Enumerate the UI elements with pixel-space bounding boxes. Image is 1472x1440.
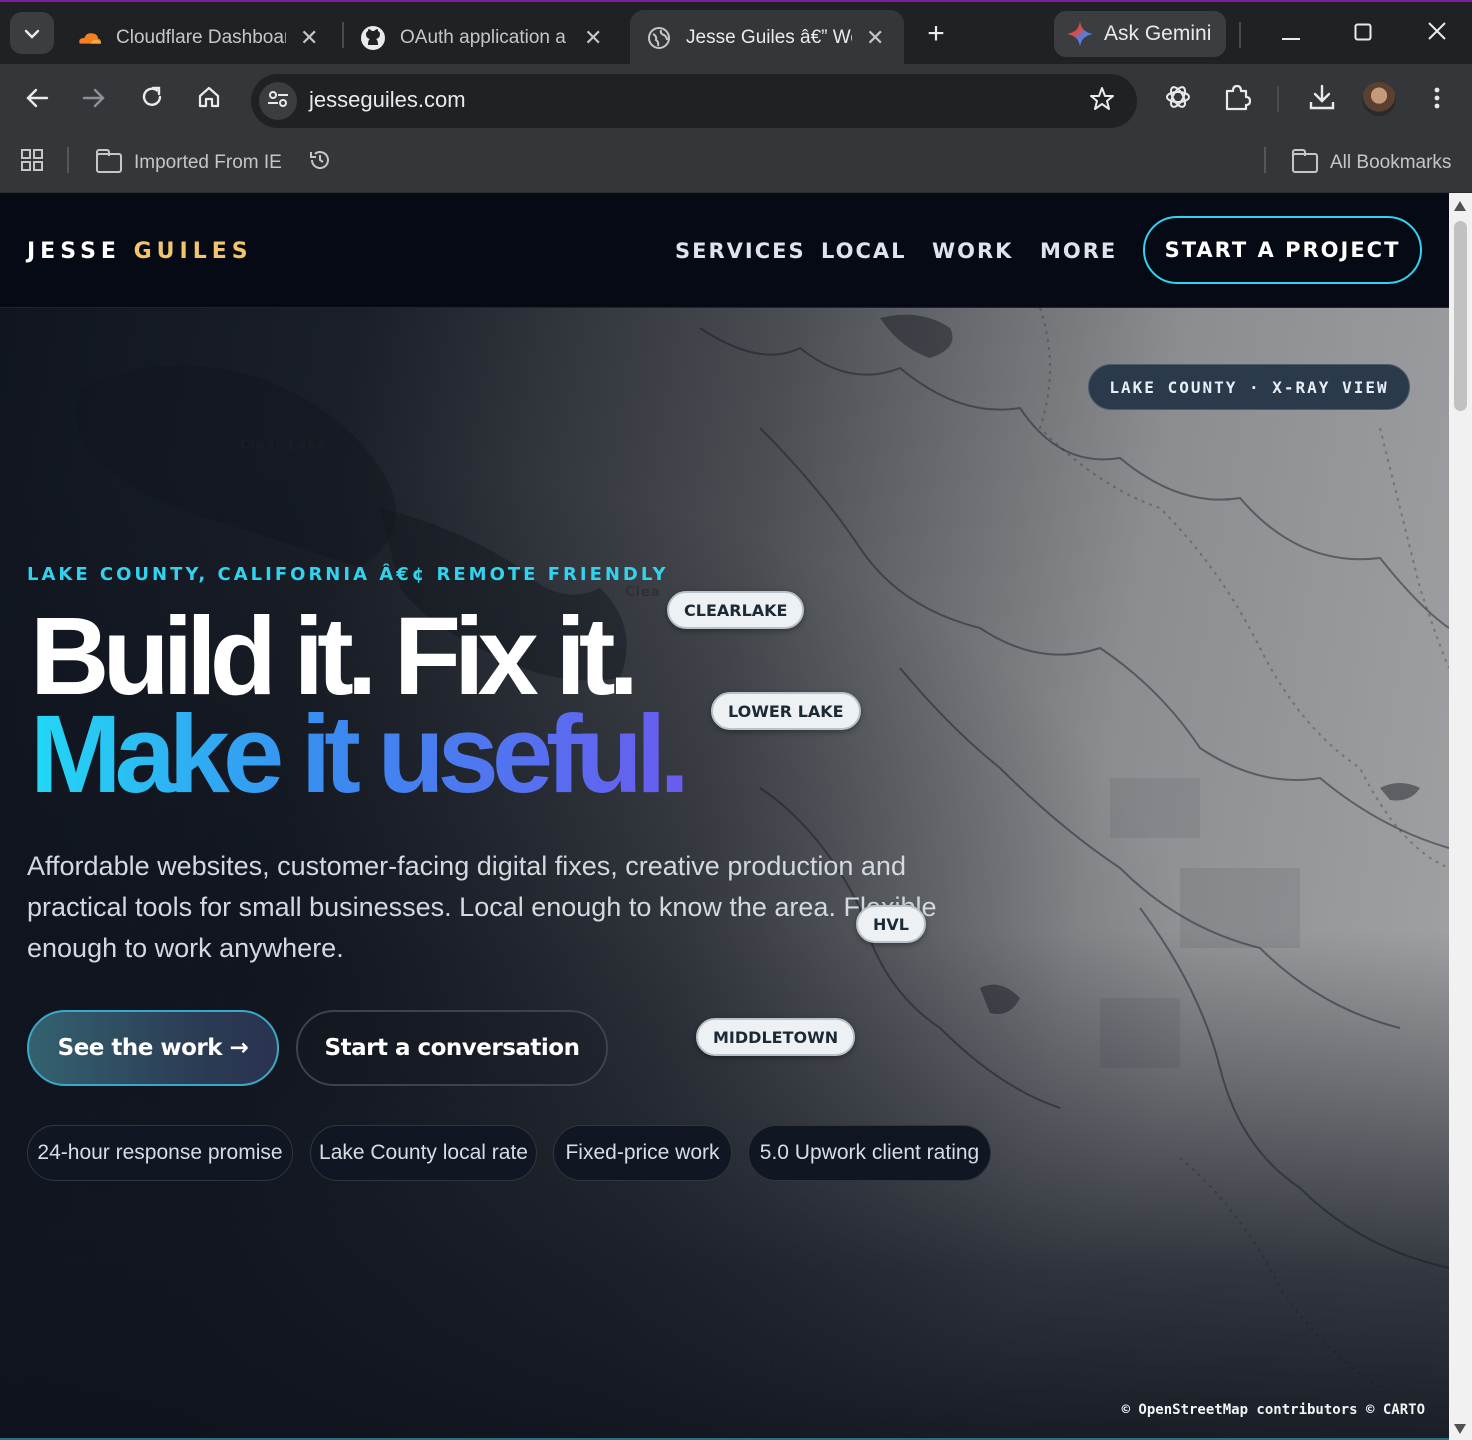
cloudflare-icon bbox=[76, 25, 102, 51]
plus-icon: + bbox=[927, 17, 945, 50]
close-window-button[interactable] bbox=[1417, 14, 1457, 54]
ask-gemini-button[interactable]: Ask Gemini bbox=[1054, 11, 1226, 57]
tune-icon bbox=[267, 90, 289, 113]
headline-line-2: Make it useful. bbox=[30, 693, 690, 816]
openai-icon bbox=[1164, 83, 1192, 118]
close-icon bbox=[1427, 21, 1447, 47]
home-button[interactable] bbox=[191, 82, 227, 118]
logo-first-name: JESSE bbox=[27, 239, 121, 264]
hero-eyebrow: LAKE COUNTY, CALIFORNIA Â€¢ REMOTE FRIEN… bbox=[27, 564, 669, 585]
apps-grid-icon bbox=[20, 148, 44, 178]
site-info-button[interactable] bbox=[259, 82, 297, 120]
download-icon bbox=[1309, 84, 1335, 117]
start-conversation-button[interactable]: Start a conversation bbox=[296, 1010, 608, 1086]
tab-title: Cloudflare Dashboard bbox=[116, 27, 286, 48]
puzzle-icon bbox=[1223, 83, 1252, 118]
page-viewport: JESSE GUILES SERVICES LOCAL WORK MORE ST… bbox=[0, 193, 1449, 1440]
close-icon[interactable]: ✕ bbox=[866, 25, 884, 51]
nav-services[interactable]: SERVICES bbox=[675, 239, 806, 263]
scroll-up-arrow-icon[interactable] bbox=[1454, 201, 1466, 211]
address-bar[interactable]: jesseguiles.com bbox=[251, 74, 1137, 128]
browser-chrome: Cloudflare Dashboard ✕ OAuth application… bbox=[0, 0, 1472, 193]
logo-last-name: GUILES bbox=[133, 239, 253, 264]
maximize-icon bbox=[1354, 21, 1372, 47]
home-icon bbox=[197, 85, 221, 116]
see-work-button[interactable]: See the work → bbox=[27, 1010, 279, 1086]
map-attribution[interactable]: © OpenStreetMap contributors © CARTO bbox=[1122, 1402, 1425, 1418]
arrow-left-icon bbox=[25, 85, 49, 116]
tab-oauth[interactable]: OAuth application a ✕ bbox=[344, 10, 618, 66]
tab-cloudflare[interactable]: Cloudflare Dashboard ✕ bbox=[60, 10, 334, 66]
more-vert-icon bbox=[1434, 85, 1440, 116]
map-label-calistoga: Calistoga bbox=[752, 1356, 830, 1371]
trust-pill-upwork-rating: 5.0 Upwork client rating bbox=[748, 1125, 991, 1181]
start-project-button[interactable]: START A PROJECT bbox=[1143, 216, 1422, 284]
tab-title: Jesse Guiles â€” Web bbox=[686, 27, 852, 48]
bookmark-label: Imported From IE bbox=[134, 152, 282, 173]
nav-work[interactable]: WORK bbox=[932, 239, 1013, 263]
xray-view-badge[interactable]: LAKE COUNTY · X-RAY VIEW bbox=[1088, 364, 1410, 410]
bookmark-folder-all[interactable]: All Bookmarks bbox=[1292, 148, 1451, 178]
close-icon[interactable]: ✕ bbox=[584, 25, 602, 51]
close-icon[interactable]: ✕ bbox=[300, 25, 318, 51]
browser-menu-button[interactable] bbox=[1419, 82, 1455, 118]
gemini-sparkle-icon bbox=[1066, 20, 1094, 48]
maximize-button[interactable] bbox=[1343, 14, 1383, 54]
minimize-icon bbox=[1282, 21, 1300, 47]
map-pin-clearlake[interactable]: CLEARLAKE bbox=[667, 591, 805, 629]
new-tab-button[interactable]: + bbox=[920, 16, 952, 52]
separator bbox=[1264, 147, 1266, 173]
back-button[interactable] bbox=[19, 82, 55, 118]
forward-button[interactable] bbox=[76, 82, 112, 118]
map-pin-middletown[interactable]: MIDDLETOWN bbox=[696, 1018, 856, 1056]
history-icon bbox=[308, 148, 332, 178]
tab-title: OAuth application a bbox=[400, 27, 566, 48]
chatgpt-extension-button[interactable] bbox=[1160, 82, 1196, 118]
history-button[interactable] bbox=[308, 148, 332, 178]
separator bbox=[67, 147, 69, 173]
tab-search-button[interactable] bbox=[10, 12, 54, 54]
separator bbox=[1277, 86, 1279, 112]
nav-local[interactable]: LOCAL bbox=[821, 239, 907, 263]
map-label-clear-lake: Clear Lake bbox=[240, 438, 327, 453]
tab-strip: Cloudflare Dashboard ✕ OAuth application… bbox=[0, 0, 1472, 66]
bookmark-star-icon[interactable] bbox=[1089, 86, 1115, 119]
extensions-button[interactable] bbox=[1219, 82, 1255, 118]
site-logo[interactable]: JESSE GUILES bbox=[27, 239, 253, 264]
reload-button[interactable] bbox=[134, 82, 170, 118]
apps-button[interactable] bbox=[20, 148, 44, 178]
ask-gemini-label: Ask Gemini bbox=[1104, 22, 1212, 45]
globe-icon bbox=[646, 25, 672, 51]
map-pin-lower-lake[interactable]: LOWER LAKE bbox=[711, 692, 861, 730]
arrow-right-icon bbox=[82, 85, 106, 116]
scrollbar-thumb[interactable] bbox=[1454, 221, 1467, 411]
folder-icon bbox=[1292, 149, 1318, 173]
chevron-down-icon bbox=[24, 23, 40, 44]
github-icon bbox=[360, 25, 386, 51]
minimize-button[interactable] bbox=[1271, 14, 1311, 54]
scroll-down-arrow-icon[interactable] bbox=[1454, 1424, 1466, 1434]
bookmark-label: All Bookmarks bbox=[1330, 152, 1452, 173]
reload-icon bbox=[140, 85, 164, 116]
tab-jesse-guiles[interactable]: Jesse Guiles â€” Web ✕ bbox=[630, 10, 904, 66]
trust-pill-response: 24-hour response promise bbox=[27, 1125, 293, 1181]
folder-icon bbox=[96, 149, 122, 173]
downloads-button[interactable] bbox=[1304, 82, 1340, 118]
page-scrollbar[interactable] bbox=[1449, 193, 1472, 1440]
headline-line-1: Build it. Fix it. bbox=[30, 595, 639, 718]
profile-avatar[interactable] bbox=[1362, 82, 1396, 116]
trust-pill-local-rate: Lake County local rate bbox=[310, 1125, 537, 1181]
bookmarks-bar: Imported From IE All Bookmarks bbox=[0, 136, 1472, 193]
nav-more[interactable]: MORE bbox=[1040, 239, 1117, 263]
bookmark-folder-imported[interactable]: Imported From IE bbox=[96, 148, 282, 178]
trust-pill-fixed-price: Fixed-price work bbox=[553, 1125, 732, 1181]
url-text[interactable]: jesseguiles.com bbox=[309, 87, 466, 113]
browser-toolbar: jesseguiles.com bbox=[0, 64, 1472, 136]
separator bbox=[1239, 22, 1241, 48]
hero-section: Clear Lake Clea Calistoga LAKE COUNTY · … bbox=[0, 308, 1449, 1440]
site-header: JESSE GUILES SERVICES LOCAL WORK MORE ST… bbox=[0, 193, 1449, 308]
hero-headline: Build it. Fix it. Make it useful. bbox=[30, 595, 690, 816]
map-pin-hvl[interactable]: HVL bbox=[856, 905, 926, 943]
